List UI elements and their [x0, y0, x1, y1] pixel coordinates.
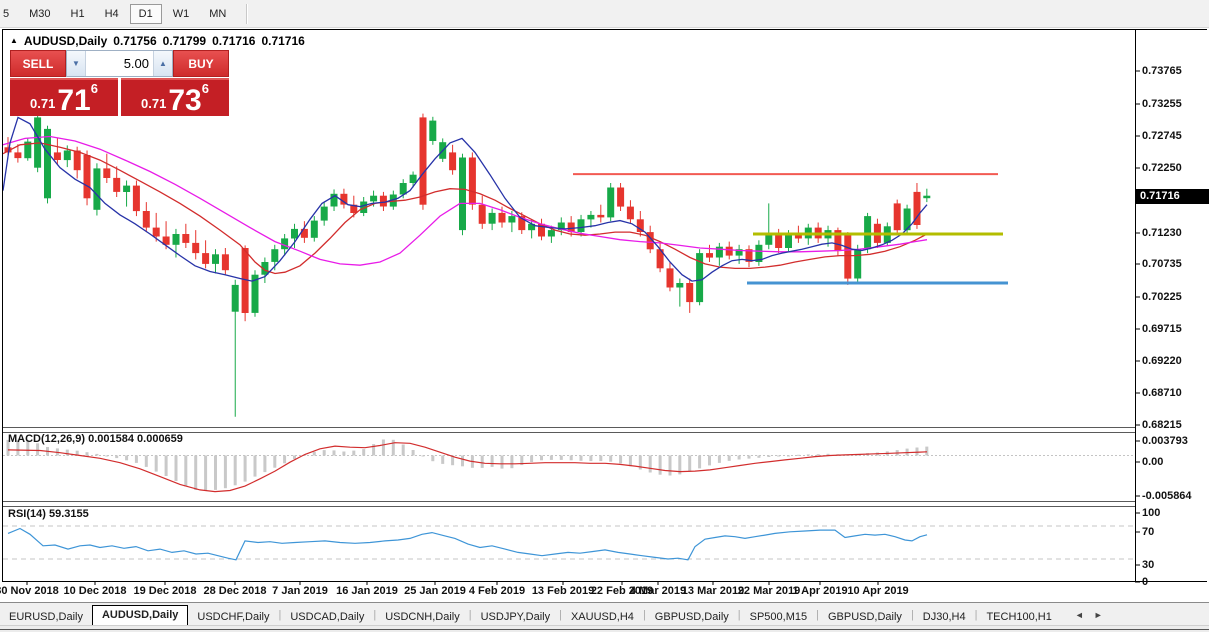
tab-gbpusd-daily[interactable]: GBPUSD,Daily [646, 607, 738, 626]
tab-dj30-h4[interactable]: DJ30,H4 [914, 607, 975, 626]
rsi-indicator-label: RSI(14) 59.3155 [8, 508, 89, 520]
tab-scroll-right-icon[interactable]: ► [1094, 610, 1103, 620]
chart-header: ▲ AUDUSD,Daily 0.71756 0.71799 0.71716 0… [10, 34, 305, 48]
date-tick-label: 4 Feb 2019 [468, 585, 526, 597]
timeframe-h1[interactable]: H1 [62, 4, 94, 24]
buy-price-big: 73 [168, 84, 202, 117]
rsi-line [7, 527, 928, 561]
tab-sp500-m15[interactable]: SP500,M15 [741, 607, 816, 626]
price-tick-label: 0.70225 [1142, 291, 1182, 303]
toolbar-separator [246, 3, 249, 24]
price-tick-label: 0.69220 [1142, 355, 1182, 367]
buy-price-panel[interactable]: 0.71 73 6 [121, 78, 229, 116]
rsi-tick-label: 70 [1142, 526, 1155, 538]
date-tick-label: 10 Apr 2019 [847, 585, 909, 597]
chart-top-border [2, 29, 1207, 30]
symbol-title: AUDUSD,Daily [23, 34, 108, 48]
status-strip-line [0, 629, 1209, 630]
trading-terminal: 5 M30 H1 H4 D1 W1 MN ▲ AUDUSD,Daily 0.71756 0.… [0, 0, 1209, 632]
ohlc-close: 0.71716 [261, 34, 305, 48]
price-tick-label: 0.72250 [1142, 162, 1182, 174]
date-tick-label: 19 Dec 2018 [133, 585, 197, 597]
macd-indicator-label: MACD(12,26,9) 0.001584 0.000659 [8, 433, 183, 445]
timeframe-h4[interactable]: H4 [96, 4, 128, 24]
rsi-tick-label: 30 [1142, 559, 1155, 571]
price-tick-label: 0.73765 [1142, 65, 1182, 77]
macd-signal-line [7, 442, 928, 493]
buy-price-prefix: 0.71 [141, 96, 167, 111]
ohlc-open: 0.71756 [113, 34, 157, 48]
price-tick-label: 0.73255 [1142, 98, 1182, 110]
collapse-panel-icon[interactable]: ▲ [10, 36, 18, 45]
date-tick-label: 10 Dec 2018 [63, 585, 127, 597]
timeframe-5[interactable]: 5 [0, 4, 18, 24]
tab-eurusd-daily[interactable]: EURUSD,Daily [0, 607, 92, 626]
chart-left-border [2, 29, 3, 582]
timeframe-toolbar: 5 M30 H1 H4 D1 W1 MN [0, 0, 1209, 28]
date-tick-label: 16 Jan 2019 [336, 585, 398, 597]
date-tick-label: 30 Nov 2018 [0, 585, 59, 597]
sell-price-panel[interactable]: 0.71 71 6 [10, 78, 118, 116]
chart-bottom-border [2, 581, 1207, 582]
tab-scroll-arrows: ◄ ► [1075, 610, 1103, 620]
rsi-tick-label: 0 [1142, 576, 1149, 588]
sell-price-big: 71 [57, 84, 91, 117]
volume-input[interactable] [86, 51, 153, 76]
current-price-label: 0.71716 [1135, 189, 1209, 204]
price-tick-label: 0.71230 [1142, 227, 1182, 239]
price-tick-label: 0.68710 [1142, 387, 1182, 399]
macd-histogram [6, 439, 929, 491]
buy-button[interactable]: BUY [173, 50, 229, 77]
macd-tick-label: 0.003793 [1142, 435, 1188, 447]
buy-price-pipette: 6 [201, 81, 209, 96]
tab-gbpusd-daily[interactable]: GBPUSD,Daily [819, 607, 911, 626]
tab-scroll-left-icon[interactable]: ◄ [1075, 610, 1084, 620]
volume-decrease-button[interactable]: ▼ [67, 51, 86, 76]
tab-usdcnh-daily[interactable]: USDCNH,Daily [376, 607, 469, 626]
tab-xauusd-h4[interactable]: XAUUSD,H4 [562, 607, 643, 626]
date-tick-label: 25 Jan 2019 [404, 585, 466, 597]
date-tick-label: 4 Mar 2019 [629, 585, 687, 597]
rsi-panel-splitter[interactable] [3, 501, 1135, 507]
sell-price-pipette: 6 [90, 81, 98, 96]
price-tick-label: 0.68215 [1142, 419, 1182, 431]
timeframe-mn[interactable]: MN [200, 4, 235, 24]
axis-divider [1135, 30, 1136, 581]
price-tick-label: 0.72745 [1142, 130, 1182, 142]
tab-usdchf-daily[interactable]: USDCHF,Daily [188, 607, 278, 626]
ohlc-high: 0.71799 [162, 34, 207, 48]
tab-usdcad-daily[interactable]: USDCAD,Daily [281, 607, 373, 626]
candlestick-series [4, 113, 931, 417]
chart-tab-bar: EURUSD,Daily AUDUSD,Daily USDCHF,Daily | USD… [0, 602, 1209, 626]
date-tick-label: 7 Jan 2019 [272, 585, 328, 597]
timeframe-d1[interactable]: D1 [129, 3, 162, 24]
timeframe-m30[interactable]: M30 [20, 4, 59, 24]
date-tick-label: 13 Mar 2019 [681, 585, 745, 597]
price-tick-label: 0.69715 [1142, 323, 1182, 335]
rsi-tick-label: 100 [1142, 507, 1161, 519]
macd-tick-label: -0.005864 [1142, 490, 1192, 502]
one-click-trading-panel: SELL ▼ ▲ BUY 0.71 71 6 0.71 73 6 [10, 50, 229, 116]
sell-button[interactable]: SELL [10, 50, 66, 77]
tab-usdjpy-daily[interactable]: USDJPY,Daily [472, 607, 560, 626]
triangle-up-icon: ▲ [159, 59, 167, 68]
volume-stepper: ▼ ▲ [66, 50, 173, 77]
date-tick-label: 22 Mar 2019 [737, 585, 801, 597]
sell-price-prefix: 0.71 [30, 96, 56, 111]
timeframe-w1[interactable]: W1 [164, 4, 199, 24]
tab-audusd-daily[interactable]: AUDUSD,Daily [91, 605, 189, 626]
date-tick-label: 28 Dec 2018 [203, 585, 267, 597]
ohlc-low: 0.71716 [212, 34, 256, 48]
triangle-down-icon: ▼ [72, 59, 80, 68]
tab-tech100-h1[interactable]: TECH100,H1 [977, 607, 1060, 626]
volume-increase-button[interactable]: ▲ [153, 51, 172, 76]
macd-tick-label: 0.00 [1142, 456, 1164, 468]
date-tick-label: 1 Apr 2019 [792, 585, 848, 597]
price-tick-label: 0.70735 [1142, 258, 1182, 270]
date-tick-label: 13 Feb 2019 [531, 585, 595, 597]
